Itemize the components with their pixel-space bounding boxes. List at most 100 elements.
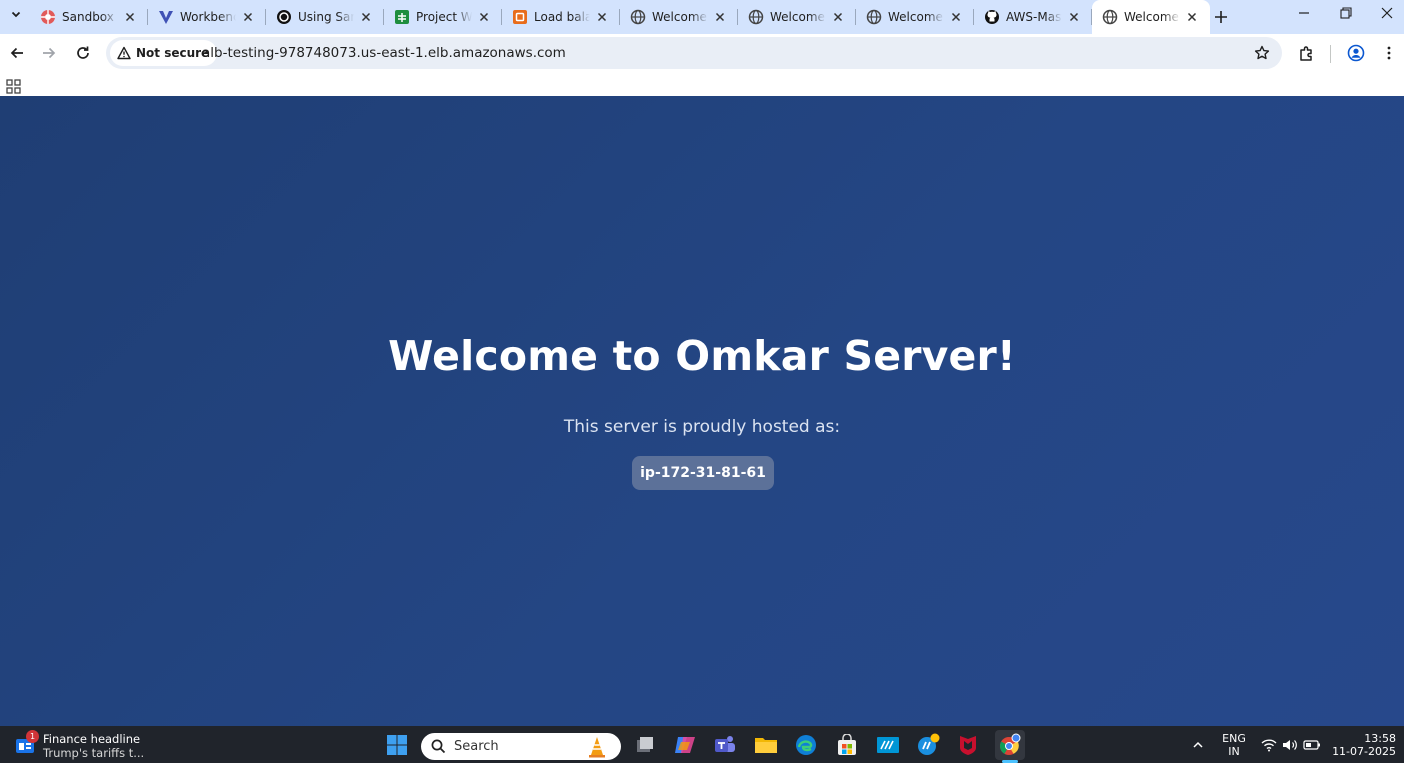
plus-icon <box>1215 11 1227 23</box>
apps-grid-icon <box>6 79 21 94</box>
vite-icon <box>158 9 174 25</box>
clock[interactable]: 13:58 11-07-2025 <box>1330 726 1396 763</box>
tab[interactable]: Welcome to <box>620 0 738 34</box>
tab[interactable]: Welcome to <box>738 0 856 34</box>
close-icon[interactable] <box>594 9 610 25</box>
news-icon: 1 <box>14 730 39 756</box>
profile-icon <box>1347 44 1365 62</box>
close-icon[interactable] <box>948 9 964 25</box>
notification-badge: 1 <box>26 730 39 743</box>
web-page: Welcome to Omkar Server! This server is … <box>0 96 1404 726</box>
globe-icon <box>866 9 882 25</box>
new-tab-button[interactable] <box>1208 4 1234 30</box>
chrome-button[interactable] <box>995 730 1025 763</box>
volume-icon <box>1283 739 1297 750</box>
url-text[interactable]: alb-testing-978748073.us-east-1.elb.amaz… <box>202 45 566 61</box>
mcafee-button[interactable] <box>953 730 983 760</box>
close-icon[interactable] <box>1066 9 1082 25</box>
taskbar-search[interactable]: Search <box>421 733 621 760</box>
tab-title: Sandbox Environment <box>62 10 118 24</box>
openai-icon <box>276 9 292 25</box>
quick-settings-button[interactable] <box>1257 726 1325 763</box>
toolbar-divider <box>1330 45 1331 63</box>
edge-icon <box>796 735 816 755</box>
more-vertical-icon <box>1387 46 1391 60</box>
close-icon[interactable] <box>476 9 492 25</box>
myhp-button[interactable] <box>873 730 903 760</box>
folder-icon <box>755 738 777 753</box>
tab-search-button[interactable] <box>4 3 28 25</box>
language-code: ENG <box>1222 731 1246 745</box>
arrow-right-icon <box>43 47 56 59</box>
store-button[interactable] <box>832 730 862 760</box>
aws-icon <box>512 9 528 25</box>
minimize-button[interactable] <box>1283 0 1325 26</box>
github-icon <box>984 9 1000 25</box>
hp-support-icon <box>918 733 940 755</box>
arrow-left-icon <box>10 47 23 59</box>
news-widget[interactable]: 1 Finance headline Trump's tariffs t... <box>14 730 144 760</box>
reload-button[interactable] <box>69 39 97 67</box>
search-placeholder: Search <box>454 739 499 754</box>
close-icon[interactable] <box>830 9 846 25</box>
tab[interactable]: Load balancers <box>502 0 620 34</box>
sheets-icon <box>394 9 410 25</box>
file-explorer-button[interactable] <box>751 730 781 760</box>
show-hidden-icons-button[interactable] <box>1185 726 1211 763</box>
hp-support-button[interactable] <box>913 730 943 760</box>
extensions-button[interactable] <box>1293 39 1321 67</box>
globe-icon <box>630 9 646 25</box>
task-view-icon <box>637 737 653 752</box>
traffic-cone-icon <box>589 737 605 758</box>
tab[interactable]: Project Week <box>384 0 502 34</box>
close-icon[interactable] <box>240 9 256 25</box>
bookmark-star-button[interactable] <box>1248 39 1276 67</box>
mcafee-icon <box>960 736 976 755</box>
store-icon <box>838 734 856 755</box>
tab[interactable]: Welcome to <box>856 0 974 34</box>
close-icon[interactable] <box>1184 9 1200 25</box>
tab-title: Using Sample <box>298 10 354 24</box>
tab-title: Welcome to <box>1124 10 1180 24</box>
taskbar: 1 Finance headline Trump's tariffs t... … <box>0 726 1404 763</box>
close-icon[interactable] <box>122 9 138 25</box>
tab[interactable]: Using Sample <box>266 0 384 34</box>
restore-button[interactable] <box>1325 0 1367 26</box>
task-view-button[interactable] <box>630 730 660 760</box>
teams-icon <box>715 736 735 752</box>
windows-icon <box>387 735 407 755</box>
tab[interactable]: AWS-Master <box>974 0 1092 34</box>
tab-title: Welcome to <box>652 10 708 24</box>
chevron-down-icon <box>11 11 21 18</box>
language-indicator[interactable]: ENG IN <box>1217 726 1251 763</box>
start-button[interactable] <box>382 730 412 760</box>
menu-button[interactable] <box>1375 39 1403 67</box>
apps-button[interactable] <box>5 78 23 96</box>
address-bar[interactable]: Not secure alb-testing-978748073.us-east… <box>106 37 1282 69</box>
clock-date: 11-07-2025 <box>1332 744 1396 758</box>
copilot-icon <box>675 737 695 753</box>
copilot-button[interactable] <box>670 730 700 760</box>
tab-active[interactable]: Welcome to <box>1092 0 1210 34</box>
close-window-button[interactable] <box>1366 0 1404 26</box>
edge-button[interactable] <box>791 730 821 760</box>
tab[interactable]: Workbench <box>148 0 266 34</box>
back-button[interactable] <box>3 39 31 67</box>
tab-title: AWS-Master <box>1006 10 1062 24</box>
wifi-icon <box>1261 738 1277 751</box>
sandbox-icon <box>40 9 56 25</box>
tab-title: Welcome to <box>770 10 826 24</box>
forward-button[interactable] <box>35 39 63 67</box>
tab[interactable]: Sandbox Environment <box>30 0 148 34</box>
tab-title: Welcome to <box>888 10 944 24</box>
myhp-icon <box>877 737 899 753</box>
tab-list: Sandbox Environment Workbench Using Samp… <box>30 0 1210 34</box>
profile-button[interactable] <box>1342 39 1370 67</box>
browser-toolbar: Not secure alb-testing-978748073.us-east… <box>0 34 1404 72</box>
close-icon[interactable] <box>358 9 374 25</box>
hostname-badge: ip-172-31-81-61 <box>632 456 774 490</box>
teams-button[interactable] <box>710 730 740 760</box>
language-region: IN <box>1228 744 1240 758</box>
reload-icon <box>77 46 89 59</box>
close-icon[interactable] <box>712 9 728 25</box>
